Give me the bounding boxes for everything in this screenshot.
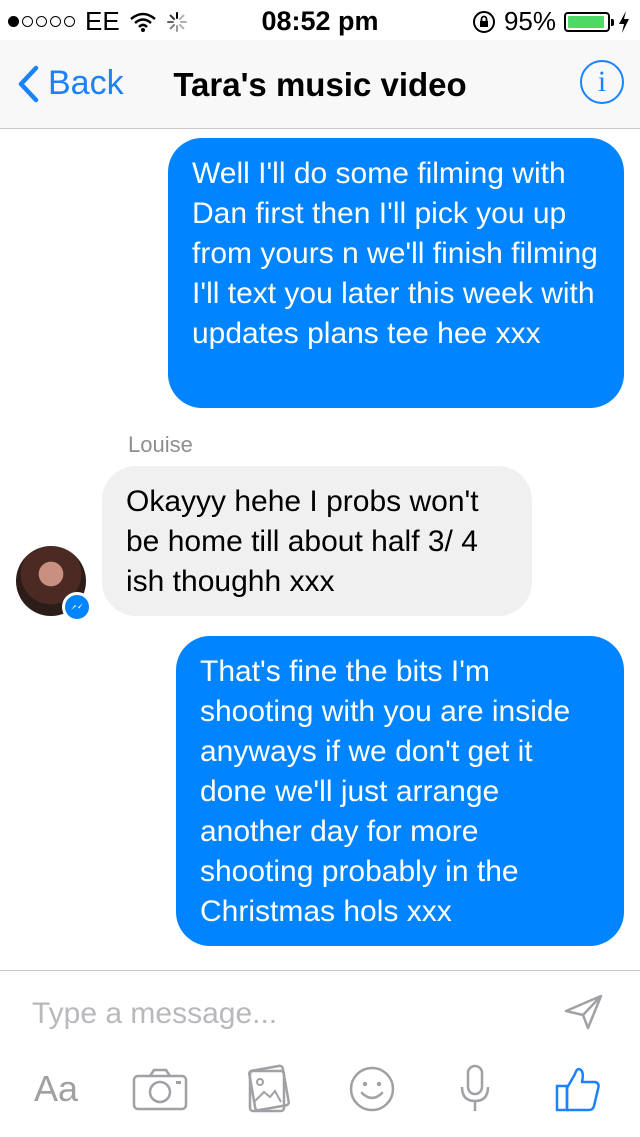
message-text: Okayyy hehe I probs won't be home till a… [126,485,479,598]
status-bar: EE 08:52 pm 95% [0,0,640,40]
battery-icon [564,11,614,32]
info-icon[interactable]: i [580,60,624,104]
conversation-title: Tara's music video [173,66,467,103]
message-bubble-sent[interactable]: Well I'll do some filming with Dan first… [168,138,624,408]
send-icon[interactable] [564,993,604,1031]
message-input[interactable]: Type a message... [32,997,277,1031]
emoji-button[interactable] [344,1059,400,1119]
composer-toolbar: Aa [0,1059,640,1119]
message-text: Well I'll do some filming with Dan first… [192,157,598,350]
status-right: 95% [472,6,630,37]
text-format-button[interactable]: Aa [26,1059,86,1119]
message-bubble-sent[interactable]: That's fine the bits I'm shooting with y… [176,636,624,946]
like-icon [555,1067,600,1112]
orientation-lock-icon [472,10,495,33]
camera-icon [132,1068,188,1111]
gallery-button[interactable] [238,1059,298,1119]
charging-icon [619,10,629,33]
navigation-bar: Back Tara's music video i [0,40,640,129]
message-text: That's fine the bits I'm shooting with y… [200,655,571,928]
battery-percent: 95% [503,6,556,36]
camera-button[interactable] [128,1059,192,1119]
sender-name: Louise [128,432,193,457]
like-button[interactable] [550,1059,606,1119]
composer: Type a message... Aa [0,970,640,1137]
emoji-icon [349,1066,395,1112]
message-bubble-received[interactable]: Okayyy hehe I probs won't be home till a… [102,466,532,616]
microphone-button[interactable] [450,1059,500,1119]
microphone-icon [460,1064,490,1111]
gallery-icon [248,1064,290,1113]
messenger-icon [62,592,92,622]
